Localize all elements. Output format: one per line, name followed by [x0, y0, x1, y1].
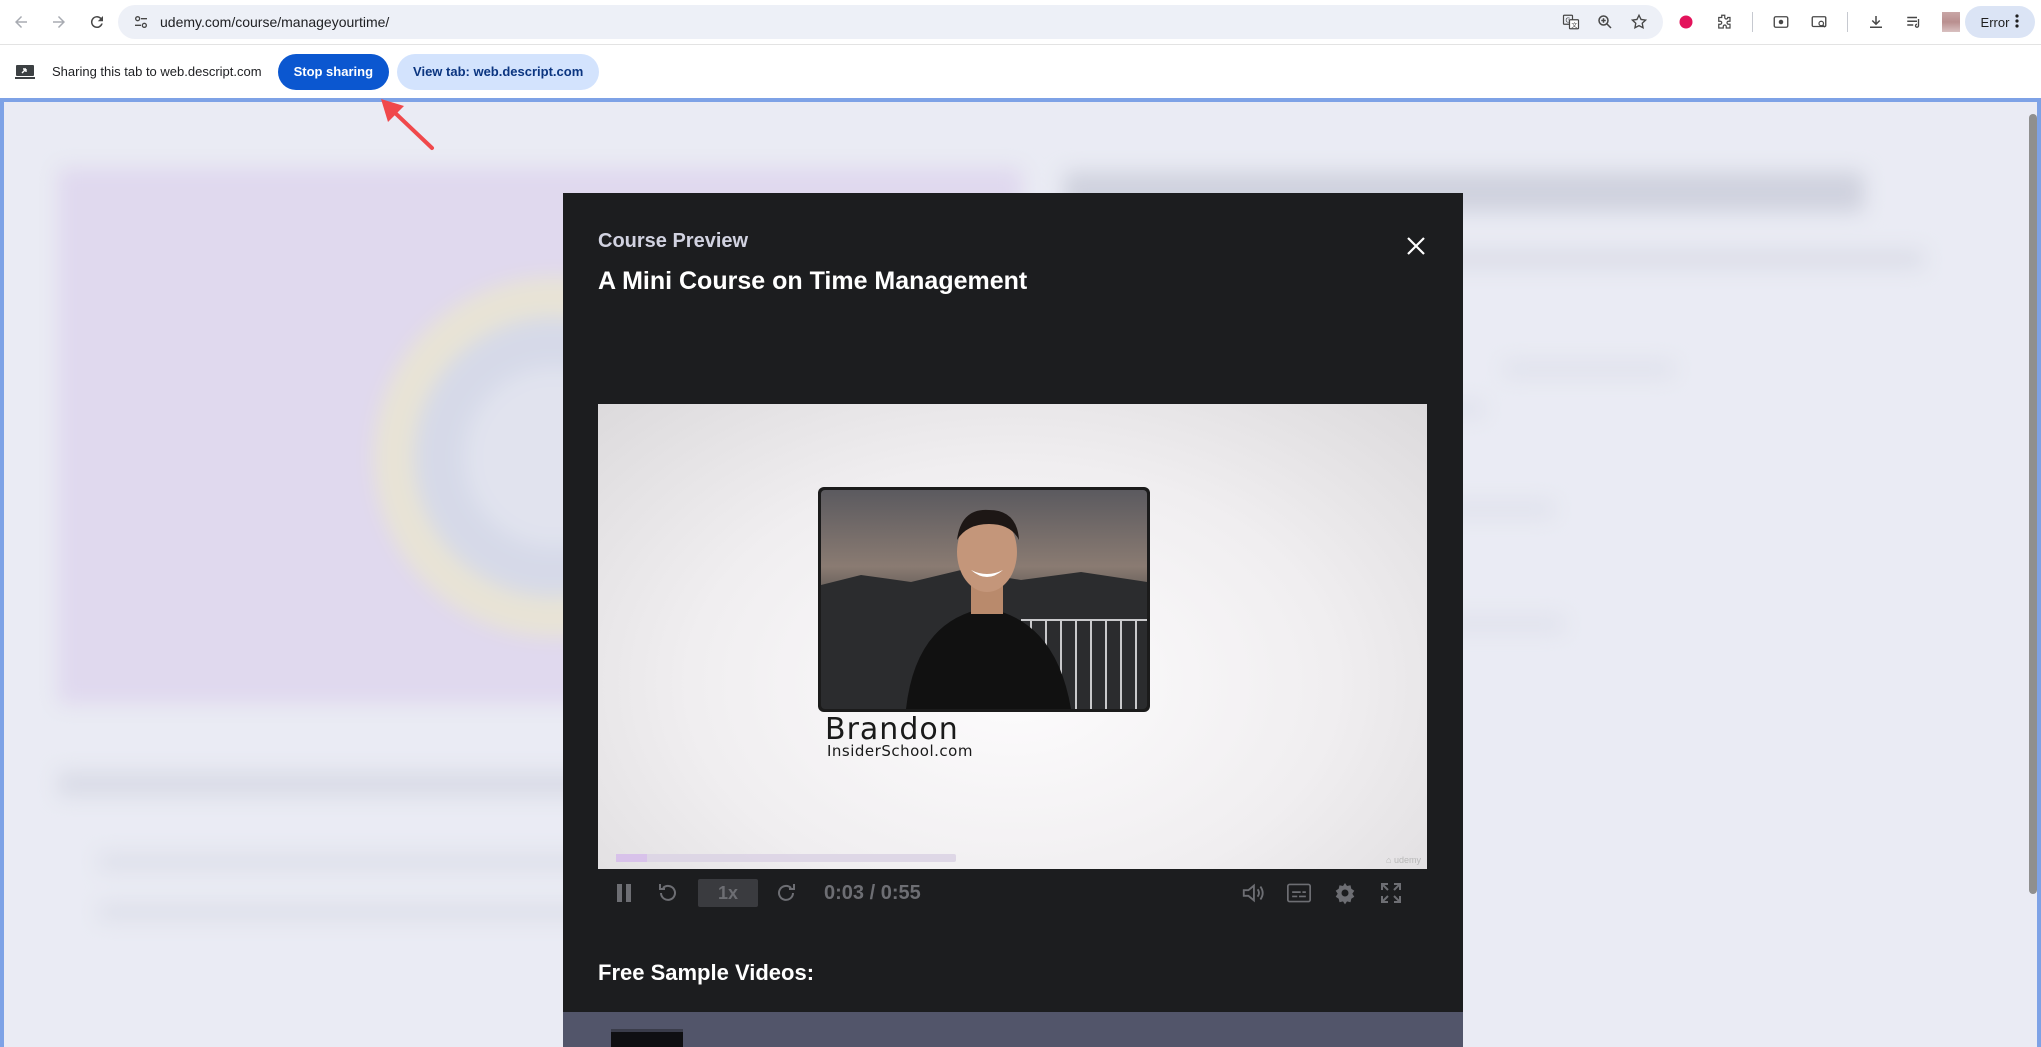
star-icon[interactable] [1629, 12, 1649, 32]
stop-sharing-button[interactable]: Stop sharing [277, 53, 390, 90]
free-samples-heading: Free Sample Videos: [598, 960, 815, 985]
close-icon[interactable] [1403, 233, 1429, 259]
video-progress-bar[interactable] [616, 854, 956, 862]
video-player[interactable]: Brandon InsiderSchool.com ⌂ udemy [598, 404, 1427, 869]
screen-capture-icon[interactable] [1771, 12, 1791, 32]
view-tab-button[interactable]: View tab: web.descript.com [397, 53, 600, 90]
forward-arrow-icon[interactable] [42, 5, 76, 39]
toolbar-divider [1752, 12, 1753, 32]
settings-gear-icon[interactable] [1333, 881, 1357, 905]
playback-speed-button[interactable]: 1x [698, 879, 758, 907]
puzzle-icon[interactable] [1714, 12, 1734, 32]
download-icon[interactable] [1866, 12, 1886, 32]
zoom-icon[interactable] [1595, 12, 1615, 32]
captions-icon[interactable] [1287, 881, 1311, 905]
browser-toolbar: udemy.com/course/manageyourtime/ G文 Erro… [0, 0, 2041, 44]
video-controls: 1x 0:03 / 0:55 [598, 869, 1427, 917]
profile-avatar[interactable] [1942, 12, 1960, 32]
record-dot-icon[interactable] [1676, 12, 1696, 32]
course-preview-modal: Course Preview A Mini Course on Time Man… [563, 193, 1463, 1047]
extensions-area [1676, 5, 1960, 39]
presenter-photo-frame [818, 487, 1150, 712]
presenter-photo [821, 490, 1147, 709]
profile-error-label: Error [1980, 14, 2010, 30]
rewind-icon[interactable] [656, 881, 680, 905]
toolbar-divider [1847, 12, 1848, 32]
reload-icon[interactable] [80, 5, 114, 39]
screen-share-icon [15, 64, 35, 80]
modal-title: A Mini Course on Time Management [598, 267, 1028, 295]
video-progress-fill [616, 854, 647, 862]
forward-icon[interactable] [774, 881, 798, 905]
sample-video-item[interactable] [563, 1012, 1463, 1047]
pause-icon[interactable] [612, 881, 636, 905]
address-bar[interactable]: udemy.com/course/manageyourtime/ G文 [118, 5, 1663, 39]
video-watermark: ⌂ udemy [1386, 855, 1421, 865]
volume-icon[interactable] [1241, 881, 1265, 905]
time-display: 0:03 / 0:55 [824, 881, 921, 904]
kebab-menu-icon [2015, 13, 2020, 31]
translate-icon[interactable]: G文 [1561, 12, 1581, 32]
fullscreen-icon[interactable] [1379, 881, 1403, 905]
profile-error-chip[interactable]: Error [1965, 6, 2035, 38]
url-text[interactable]: udemy.com/course/manageyourtime/ [160, 14, 389, 30]
page-scrollbar[interactable] [2029, 114, 2037, 894]
modal-eyebrow: Course Preview [598, 230, 749, 252]
sample-video-thumbnail [611, 1029, 683, 1047]
presenter-site: InsiderSchool.com [827, 742, 973, 760]
back-arrow-icon[interactable] [4, 5, 38, 39]
tab-sharing-bar: Sharing this tab to web.descript.com Sto… [0, 44, 2041, 98]
site-settings-icon[interactable] [126, 14, 156, 30]
cast-icon[interactable] [1809, 12, 1829, 32]
sharing-message: Sharing this tab to web.descript.com [52, 64, 262, 79]
svg-text:文: 文 [1571, 21, 1577, 29]
media-queue-icon[interactable] [1904, 12, 1924, 32]
annotation-arrow [381, 99, 434, 150]
